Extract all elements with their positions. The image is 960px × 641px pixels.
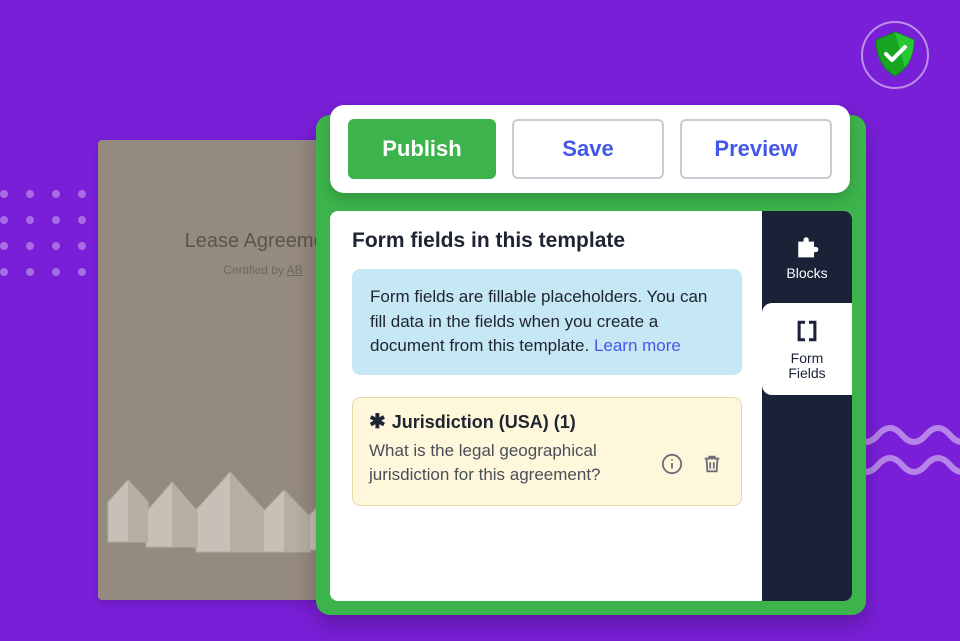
info-callout: Form fields are fillable placeholders. Y…: [352, 269, 742, 375]
sidebar-form-fields-label-2: Fields: [788, 366, 825, 381]
sidebar-blocks-label: Blocks: [786, 266, 827, 281]
field-name: Jurisdiction (USA) (1): [392, 412, 576, 433]
puzzle-icon: [792, 232, 822, 260]
delete-icon[interactable]: [699, 451, 725, 477]
field-description: What is the legal geographical jurisdict…: [369, 439, 619, 487]
action-toolbar: Publish Save Preview: [330, 105, 850, 193]
security-badge: [860, 20, 930, 90]
learn-more-link[interactable]: Learn more: [594, 336, 681, 355]
sidebar-form-fields-label-1: Form: [788, 351, 825, 366]
info-icon[interactable]: [659, 451, 685, 477]
panel-sidebar: Blocks Form Fields: [762, 211, 852, 601]
field-name-row: ✱ Jurisdiction (USA) (1): [369, 412, 725, 433]
sidebar-item-form-fields[interactable]: Form Fields: [762, 303, 852, 395]
brackets-icon: [792, 317, 822, 345]
preview-button[interactable]: Preview: [680, 119, 832, 179]
field-actions: [659, 451, 725, 477]
panel-main: Form fields in this template Form fields…: [330, 211, 762, 601]
form-field-card[interactable]: ✱ Jurisdiction (USA) (1) What is the leg…: [352, 397, 742, 506]
form-fields-panel: Form fields in this template Form fields…: [330, 211, 852, 601]
sidebar-item-blocks[interactable]: Blocks: [762, 211, 852, 303]
publish-button[interactable]: Publish: [348, 119, 496, 179]
panel-heading: Form fields in this template: [352, 229, 742, 253]
dot-grid-decoration: [0, 190, 112, 276]
app-canvas: Lease Agreement Certified by AB: [0, 0, 960, 641]
save-button[interactable]: Save: [512, 119, 664, 179]
required-asterisk-icon: ✱: [369, 412, 386, 432]
